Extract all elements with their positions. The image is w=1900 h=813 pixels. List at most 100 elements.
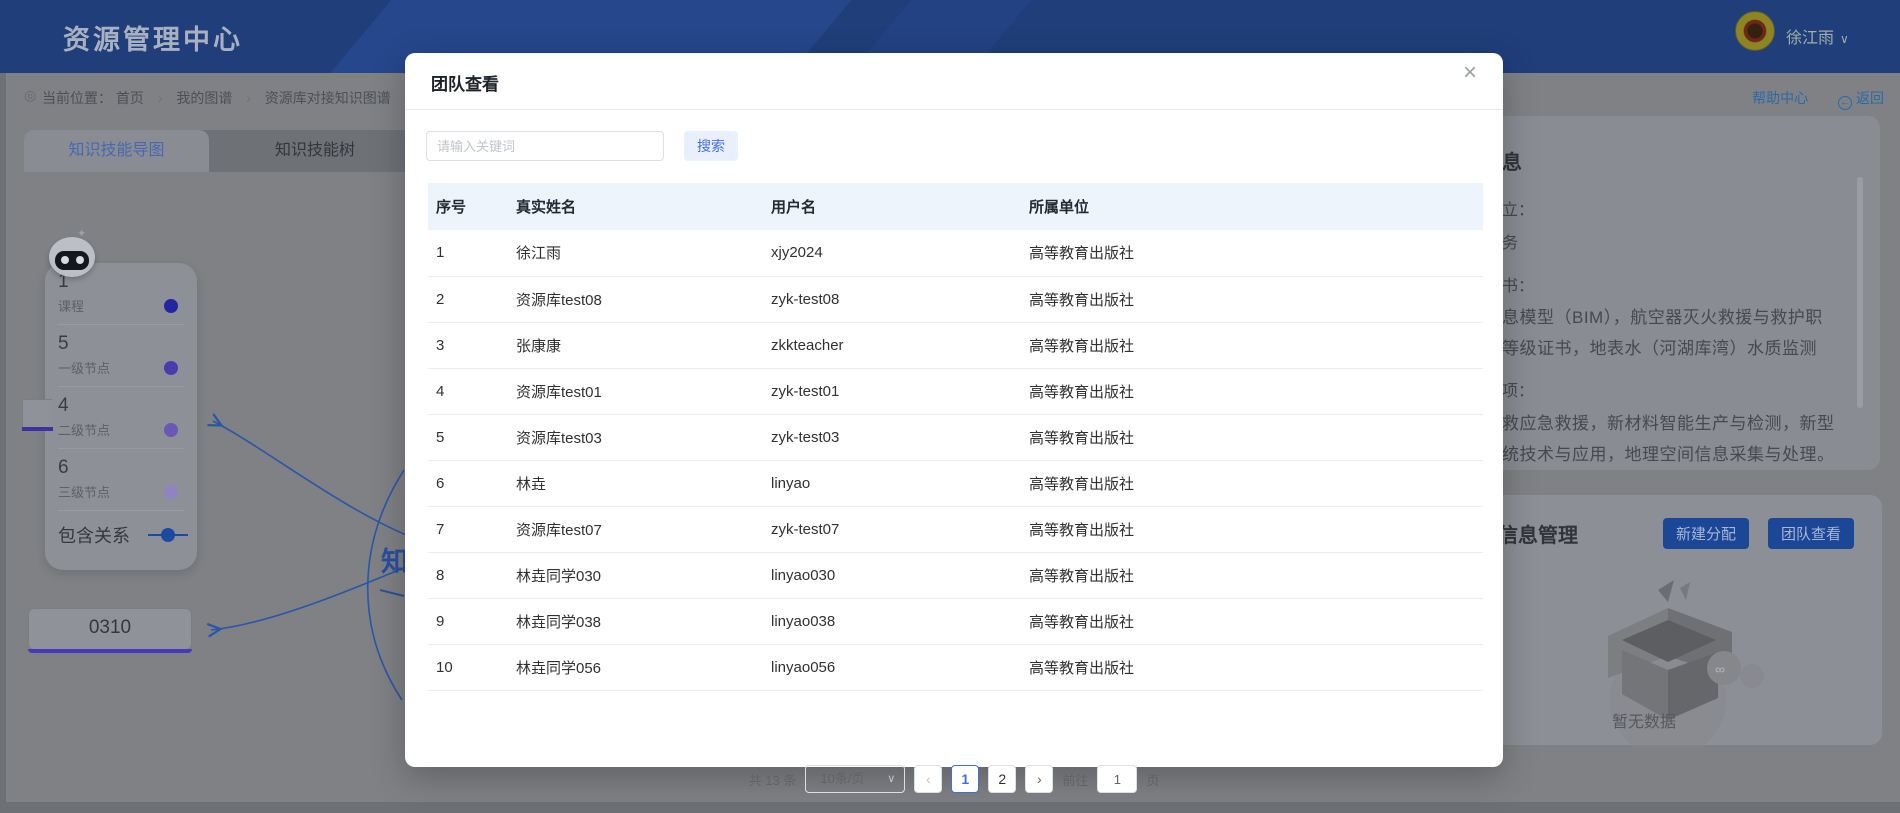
breadcrumb-prefix: 当前位置：: [42, 90, 112, 106]
info-text-line: 立：: [1502, 196, 1534, 220]
next-page-button[interactable]: ›: [1025, 765, 1053, 793]
cell-organization: 高等教育出版社: [1021, 368, 1483, 414]
page-button-2[interactable]: 2: [988, 765, 1016, 793]
cell-username: zyk-test07: [763, 506, 1021, 552]
col-real-name: 真实姓名: [508, 183, 763, 230]
col-username: 用户名: [763, 183, 1021, 230]
svg-text:∞: ∞: [1715, 661, 1725, 677]
table-row: 10 林垚同学056 linyao056 高等教育出版社: [428, 644, 1483, 690]
cell-organization: 高等教育出版社: [1021, 276, 1483, 322]
prev-page-button[interactable]: ‹: [914, 765, 942, 793]
search-input[interactable]: [426, 131, 664, 161]
info-text-line: 等级证书，地表水（河湖库湾）水质监测: [1502, 334, 1817, 359]
table-row: 3 张康康 zkkteacher 高等教育出版社: [428, 322, 1483, 368]
info-text-line: 息: [1502, 146, 1522, 175]
page-edge: [0, 73, 6, 813]
cell-real-name: 林垚: [508, 460, 763, 506]
legend-relation: 包含关系: [58, 522, 188, 548]
svg-text:+: +: [1708, 603, 1717, 620]
chevron-down-icon: ∨: [887, 766, 895, 792]
cell-real-name: 林垚同学056: [508, 644, 763, 690]
tab-knowledge-skill-tree[interactable]: 知识技能树: [209, 130, 421, 172]
team-view-button[interactable]: 团队查看: [1768, 518, 1854, 549]
info-text-line: 统技术与应用，地理空间信息采集与处理。: [1502, 440, 1835, 465]
user-menu[interactable]: 徐江雨∨: [1786, 24, 1849, 48]
legend-label: 一级节点: [58, 358, 164, 377]
info-manage-title: 信息管理: [1498, 519, 1578, 548]
cell-index: 9: [428, 598, 508, 644]
cell-real-name: 资源库test01: [508, 368, 763, 414]
cell-username: zkkteacher: [763, 322, 1021, 368]
cell-index: 6: [428, 460, 508, 506]
new-assign-button[interactable]: 新建分配: [1663, 518, 1749, 549]
breadcrumb-item-repo-graph[interactable]: 资源库对接知识图谱: [265, 90, 391, 106]
legend-color-dot: [164, 423, 178, 437]
breadcrumb-item-home[interactable]: 首页: [116, 90, 144, 106]
cell-organization: 高等教育出版社: [1021, 230, 1483, 276]
close-icon[interactable]: ×: [1463, 61, 1477, 85]
page-size-select[interactable]: 10条/页 ∨: [805, 765, 905, 793]
cell-organization: 高等教育出版社: [1021, 644, 1483, 690]
cell-organization: 高等教育出版社: [1021, 598, 1483, 644]
cell-real-name: 资源库test07: [508, 506, 763, 552]
col-organization: 所属单位: [1021, 183, 1483, 230]
legend-count: 5: [58, 333, 197, 355]
back-link[interactable]: ←返回: [1838, 90, 1884, 106]
mindmap-node-0310[interactable]: 0310: [28, 608, 192, 650]
breadcrumb-item-my-graphs[interactable]: 我的图谱: [176, 90, 232, 106]
cell-index: 8: [428, 552, 508, 598]
legend-color-dot: [164, 361, 178, 375]
info-text-line: 务: [1502, 229, 1518, 253]
table-row: 6 林垚 linyao 高等教育出版社: [428, 460, 1483, 506]
cell-real-name: 林垚同学030: [508, 552, 763, 598]
cell-real-name: 资源库test08: [508, 276, 763, 322]
legend-label: 三级节点: [58, 482, 164, 501]
legend-color-dot: [164, 485, 178, 499]
cell-real-name: 徐江雨: [508, 230, 763, 276]
info-text-line: 救应急救援，新材料智能生产与检测，新型: [1502, 409, 1835, 434]
search-button[interactable]: 搜索: [684, 131, 738, 161]
cell-index: 7: [428, 506, 508, 552]
pagination-total: 共 13 条: [749, 770, 797, 789]
legend-item: 4 二级节点: [45, 387, 197, 449]
legend-count: 4: [58, 395, 197, 417]
legend-label: 课程: [58, 296, 164, 315]
table-row: 2 资源库test08 zyk-test08 高等教育出版社: [428, 276, 1483, 322]
user-avatar[interactable]: [1735, 11, 1775, 51]
page-footer-strip: [0, 802, 1900, 813]
mindmap-legend: 1 课程 5 一级节点 4 二级节点: [45, 263, 197, 570]
back-arrow-icon: ←: [1838, 96, 1852, 110]
cell-organization: 高等教育出版社: [1021, 506, 1483, 552]
tab-knowledge-skill-map[interactable]: 知识技能导图: [24, 130, 209, 172]
table-row: 7 资源库test07 zyk-test07 高等教育出版社: [428, 506, 1483, 552]
legend-count: 6: [58, 457, 197, 479]
svg-text:+: +: [1598, 631, 1604, 643]
help-center-link[interactable]: 帮助中心: [1752, 90, 1808, 106]
cell-index: 3: [428, 322, 508, 368]
table-row: 1 徐江雨 xjy2024 高等教育出版社: [428, 230, 1483, 276]
location-pin-icon: ◎: [24, 87, 36, 104]
info-text-line: 息模型（BIM），航空器灭火救援与救护职: [1502, 303, 1823, 328]
cell-index: 10: [428, 644, 508, 690]
cell-username: linyao: [763, 460, 1021, 506]
cell-organization: 高等教育出版社: [1021, 414, 1483, 460]
goto-page-input[interactable]: [1097, 765, 1137, 793]
divider: [405, 109, 1503, 110]
empty-state-text: 暂无数据: [1612, 708, 1676, 732]
breadcrumb-separator: ›: [158, 90, 163, 106]
table-row: 5 资源库test03 zyk-test03 高等教育出版社: [428, 414, 1483, 460]
scrollbar-thumb[interactable]: [1857, 177, 1863, 408]
page-button-1[interactable]: 1: [951, 765, 979, 793]
app-root: 资源管理中心 徐江雨∨ ◎ 当前位置： 首页 › 我的图谱 › 资源库对接知识图…: [0, 0, 1900, 813]
table-row: 9 林垚同学038 linyao038 高等教育出版社: [428, 598, 1483, 644]
team-view-dialog: 团队查看 × 搜索 序号 真实姓名 用户名 所属单位 1 徐江雨: [405, 53, 1503, 767]
cell-index: 1: [428, 230, 508, 276]
cell-real-name: 张康康: [508, 322, 763, 368]
cell-username: zyk-test03: [763, 414, 1021, 460]
info-text-line: 书：: [1502, 272, 1534, 296]
cell-username: zyk-test08: [763, 276, 1021, 322]
cell-username: linyao030: [763, 552, 1021, 598]
svg-text:+: +: [1648, 582, 1656, 597]
chevron-down-icon: ∨: [1840, 32, 1849, 46]
app-title: 资源管理中心: [63, 18, 243, 57]
